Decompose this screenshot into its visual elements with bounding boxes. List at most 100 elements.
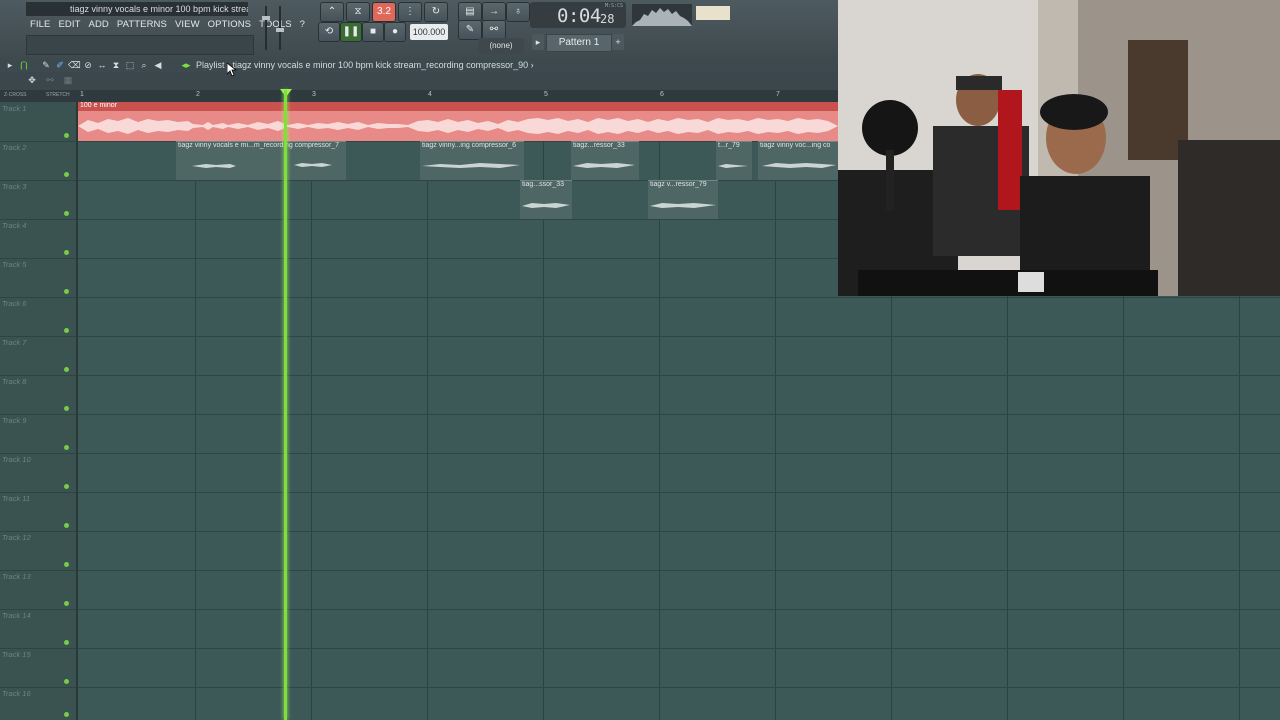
menu-arrow-icon[interactable]: ▸ xyxy=(4,59,16,71)
slice-tool-icon[interactable]: ⧗ xyxy=(110,59,122,71)
tempo-display[interactable]: 100.000 xyxy=(410,24,448,40)
track-name[interactable]: Track 13 xyxy=(2,572,31,581)
pause-button[interactable]: ❚❚ xyxy=(340,22,362,42)
link-icon[interactable]: ⚯ xyxy=(44,74,56,86)
stop-button[interactable]: ■ xyxy=(362,22,384,42)
time-display[interactable]: M:S:CS 0:04 28 xyxy=(530,2,626,28)
slip-tool-icon[interactable]: ↔ xyxy=(96,59,108,71)
track-header-column: Track 1 Track 2 Track 3 Track 4 Track 5 … xyxy=(0,102,78,720)
typing-keyboard-icon[interactable]: ♁ xyxy=(506,2,530,22)
audio-clip[interactable]: tiag...ssor_33 xyxy=(520,180,572,219)
menu-add[interactable]: ADD xyxy=(85,18,113,32)
track-mute-led[interactable] xyxy=(64,328,69,333)
zoom-tool-icon[interactable]: ⌕ xyxy=(138,59,150,71)
track-mute-led[interactable] xyxy=(64,289,69,294)
track-mute-led[interactable] xyxy=(64,445,69,450)
hint-bar xyxy=(26,35,254,55)
wait-input-icon[interactable]: ⧖ xyxy=(346,2,370,22)
audio-waveform xyxy=(573,163,635,168)
playlist-arrows-icon[interactable]: ◂▸ xyxy=(180,59,192,71)
bar-number: 7 xyxy=(776,91,780,98)
track-name[interactable]: Track 16 xyxy=(2,689,31,698)
mute-tool-icon[interactable]: ⊘ xyxy=(82,59,94,71)
pattern-selector[interactable]: Pattern 1 xyxy=(546,34,612,52)
track-mute-led[interactable] xyxy=(64,523,69,528)
piano-icon[interactable]: ▤ xyxy=(458,2,482,22)
track-name[interactable]: Track 8 xyxy=(2,377,26,386)
playback-tool-icon[interactable]: ◀ xyxy=(152,59,164,71)
menu-patterns[interactable]: PATTERNS xyxy=(113,18,171,32)
pencil-icon[interactable]: ✎ xyxy=(458,20,482,40)
zcross-label[interactable]: Z-CROSS xyxy=(4,92,27,98)
menu-help[interactable]: ? xyxy=(296,18,309,32)
pattern-add-icon[interactable]: + xyxy=(612,34,624,50)
select-tool-icon[interactable]: ⬚ xyxy=(124,59,136,71)
track-name[interactable]: Track 9 xyxy=(2,416,26,425)
record-button[interactable]: ● xyxy=(384,22,406,42)
bar-number: 5 xyxy=(544,91,548,98)
track-name[interactable]: Track 15 xyxy=(2,650,31,659)
track-name[interactable]: Track 4 xyxy=(2,221,26,230)
track-name[interactable]: Track 11 xyxy=(2,494,30,503)
master-volume-slider[interactable] xyxy=(262,6,270,50)
track-mute-led[interactable] xyxy=(64,712,69,717)
stretch-label[interactable]: STRETCH xyxy=(46,92,70,98)
pattern-prev-icon[interactable]: ▸ xyxy=(532,34,544,50)
playlist-breadcrumb[interactable]: Playlist › tiagz vinny vocals e minor 10… xyxy=(196,58,534,72)
loop-record-icon[interactable]: ↻ xyxy=(424,2,448,22)
grid-icon[interactable]: ▦ xyxy=(62,74,74,86)
track-mute-led[interactable] xyxy=(64,601,69,606)
audio-clip[interactable]: tiagz vinny voc...ing co xyxy=(758,141,838,180)
menu-file[interactable]: FILE xyxy=(26,18,54,32)
audio-clip[interactable]: tiagz v...ressor_79 xyxy=(648,180,718,219)
time-value: 0:04 xyxy=(557,5,601,27)
audio-clip[interactable]: tiagz vinny vocals e mi...m_recording co… xyxy=(176,141,346,180)
arrow-icon[interactable]: → xyxy=(482,2,506,22)
track-mute-led[interactable] xyxy=(64,406,69,411)
track-name[interactable]: Track 3 xyxy=(2,182,26,191)
track-mute-led[interactable] xyxy=(64,133,69,138)
audio-clip[interactable]: tiagz vinny...ing compressor_6 xyxy=(420,141,524,180)
audio-waveform xyxy=(422,163,520,168)
menu-edit[interactable]: EDIT xyxy=(54,18,84,32)
track-name[interactable]: Track 10 xyxy=(2,455,31,464)
loop-icon[interactable]: ⟲ xyxy=(318,22,340,42)
track-name[interactable]: Track 5 xyxy=(2,260,26,269)
snap-select[interactable]: (none) xyxy=(478,38,524,54)
track-name[interactable]: Track 1 xyxy=(2,104,26,113)
track-mute-led[interactable] xyxy=(64,250,69,255)
time-centiseconds: 28 xyxy=(600,12,615,26)
countdown-button[interactable]: 3.2 xyxy=(372,2,396,22)
track-mute-led[interactable] xyxy=(64,484,69,489)
track-name[interactable]: Track 12 xyxy=(2,533,31,542)
audio-clip-header[interactable]: 100 e minor xyxy=(78,102,838,111)
track-mute-led[interactable] xyxy=(64,367,69,372)
track-name[interactable]: Track 14 xyxy=(2,611,31,620)
draw-tool-icon[interactable]: ✎ xyxy=(40,59,52,71)
link-icon[interactable]: ⚯ xyxy=(482,20,506,40)
audio-clip[interactable] xyxy=(78,111,838,141)
move-icon[interactable]: ✥ xyxy=(26,74,38,86)
track-mute-led[interactable] xyxy=(64,172,69,177)
track-name[interactable]: Track 2 xyxy=(2,143,26,152)
webcam-overlay xyxy=(838,0,1280,296)
master-pitch-slider[interactable] xyxy=(276,6,284,50)
magnet-icon[interactable]: ⋂ xyxy=(18,59,30,71)
step-edit-icon[interactable]: ⋮ xyxy=(398,2,422,22)
playhead[interactable] xyxy=(284,90,287,720)
audio-clip[interactable]: t...r_79 xyxy=(716,141,752,180)
track-name[interactable]: Track 6 xyxy=(2,299,26,308)
track-mute-led[interactable] xyxy=(64,640,69,645)
paint-tool-icon[interactable]: ✐ xyxy=(54,59,66,71)
metronome-icon[interactable]: ⌃ xyxy=(320,2,344,22)
track-mute-led[interactable] xyxy=(64,679,69,684)
menu-view[interactable]: VIEW xyxy=(171,18,204,32)
track-mute-led[interactable] xyxy=(64,211,69,216)
menu-options[interactable]: OPTIONS xyxy=(204,18,255,32)
track-mute-led[interactable] xyxy=(64,562,69,567)
delete-tool-icon[interactable]: ⌫ xyxy=(68,59,81,71)
audio-waveform xyxy=(522,203,570,208)
track-name[interactable]: Track 7 xyxy=(2,338,26,347)
fl-studio-app: _ ▫ × tiagz vinny vocals e minor 100 bpm… xyxy=(0,0,1280,720)
audio-clip[interactable]: tiagz...ressor_33 xyxy=(571,141,639,180)
